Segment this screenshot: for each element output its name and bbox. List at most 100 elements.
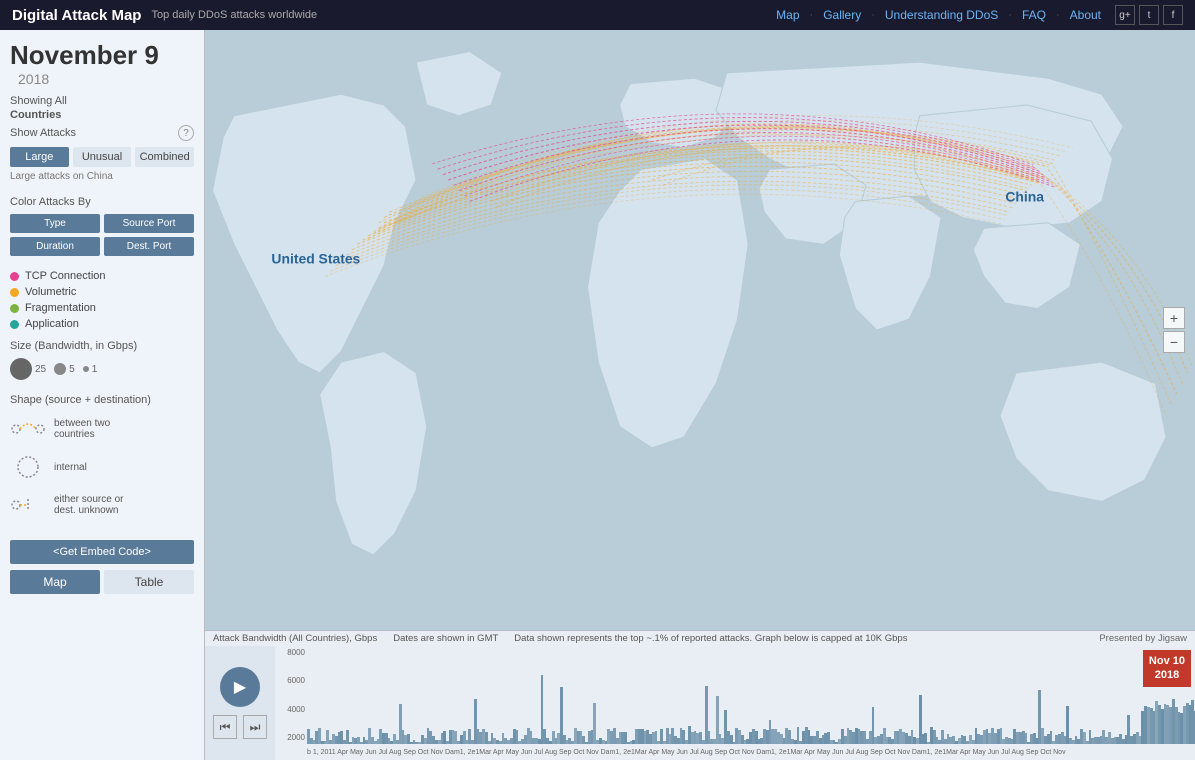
zoom-controls: + − xyxy=(1163,307,1185,353)
bottom-tabs: Map Table xyxy=(10,570,194,594)
tcp-dot xyxy=(10,272,19,281)
color-dest-port-button[interactable]: Dest. Port xyxy=(104,237,194,256)
color-attacks-label: Color Attacks By xyxy=(10,196,194,208)
y-label-8000: 8000 xyxy=(277,648,305,657)
nav-map[interactable]: Map xyxy=(770,8,805,22)
chart-y-labels: 8000 6000 4000 2000 xyxy=(275,646,307,744)
next-button[interactable]: ⏭ xyxy=(243,715,267,739)
application-label: Application xyxy=(25,318,79,330)
twitter-icon[interactable]: t xyxy=(1139,5,1159,25)
countries-label: Countries xyxy=(10,109,194,121)
date-year: 2018 xyxy=(18,71,49,87)
map-tab[interactable]: Map xyxy=(10,570,100,594)
chart-x-labels: b 1, 2011 Apr May Jun Jul Aug Sep Oct No… xyxy=(307,744,1195,760)
shape-unknown-label: either source ordest. unknown xyxy=(54,494,123,516)
legend-tcp: TCP Connection xyxy=(10,270,194,282)
unknown-icon xyxy=(10,490,46,520)
zoom-out-button[interactable]: − xyxy=(1163,331,1185,353)
attack-type-buttons: Large Unusual Combined xyxy=(10,147,194,167)
help-icon[interactable]: ? xyxy=(178,125,194,141)
volumetric-label: Volumetric xyxy=(25,286,76,298)
highlight-line1: Nov 10 xyxy=(1149,654,1185,668)
nav-gallery[interactable]: Gallery xyxy=(817,8,867,22)
nav-about[interactable]: About xyxy=(1064,8,1107,22)
legend-application: Application xyxy=(10,318,194,330)
sidebar: November 9 2018 Showing All Countries Sh… xyxy=(0,30,205,760)
embed-code-button[interactable]: <Get Embed Code> xyxy=(10,540,194,564)
table-tab[interactable]: Table xyxy=(104,570,194,594)
header: Digital Attack Map Top daily DDoS attack… xyxy=(0,0,1195,30)
fragmentation-label: Fragmentation xyxy=(25,302,96,314)
size-dot-1 xyxy=(83,366,89,372)
date-month-day: November 9 xyxy=(10,40,159,70)
attack-combined-button[interactable]: Combined xyxy=(135,147,194,167)
size-label-25: 25 xyxy=(35,364,46,375)
date-display: November 9 2018 xyxy=(10,40,194,89)
chart-bars-container xyxy=(307,646,1195,744)
y-label-2000: 2000 xyxy=(277,733,305,742)
map-area: United States China + − xyxy=(205,30,1195,630)
attack-large-button[interactable]: Large xyxy=(10,147,69,167)
chart-presented: Presented by Jigsaw xyxy=(1099,633,1187,644)
shape-internal-label: internal xyxy=(54,462,87,473)
size-dot-25 xyxy=(10,358,32,380)
size-dot-5 xyxy=(54,363,66,375)
shape-between-countries: between twocountries xyxy=(10,414,194,444)
prev-button[interactable]: ⏮ xyxy=(213,715,237,739)
zoom-in-button[interactable]: + xyxy=(1163,307,1185,329)
attack-desc: Large attacks on China xyxy=(10,171,194,182)
nav-links: Map · Gallery · Understanding DDoS · FAQ… xyxy=(770,8,1107,22)
show-attacks-label: Show Attacks xyxy=(10,127,178,139)
chart-bar xyxy=(593,703,596,744)
facebook-icon[interactable]: f xyxy=(1163,5,1183,25)
chart-data-info: Data shown represents the top ~.1% of re… xyxy=(514,633,907,644)
legend-volumetric: Volumetric xyxy=(10,286,194,298)
fragmentation-dot xyxy=(10,304,19,313)
chart-controls: ▶ ⏮ ⏭ xyxy=(205,646,275,760)
chart-info-bar: Attack Bandwidth (All Countries), Gbps D… xyxy=(205,631,1195,646)
application-dot xyxy=(10,320,19,329)
size-dots: 25 5 1 xyxy=(10,358,194,380)
size-section: Size (Bandwidth, in Gbps) 25 5 1 xyxy=(10,340,194,380)
shape-title: Shape (source + destination) xyxy=(10,394,194,406)
size-label-5: 5 xyxy=(69,364,75,375)
nav-faq[interactable]: FAQ xyxy=(1016,8,1052,22)
color-type-button[interactable]: Type xyxy=(10,214,100,233)
between-countries-icon xyxy=(10,414,46,444)
shape-unknown: either source ordest. unknown xyxy=(10,490,194,520)
play-button[interactable]: ▶ xyxy=(220,667,260,707)
color-duration-button[interactable]: Duration xyxy=(10,237,100,256)
show-attacks-row: Show Attacks ? xyxy=(10,125,194,141)
attack-unusual-button[interactable]: Unusual xyxy=(73,147,132,167)
svg-text:United States: United States xyxy=(271,251,360,267)
chart-area: Attack Bandwidth (All Countries), Gbps D… xyxy=(205,630,1195,760)
volumetric-dot xyxy=(10,288,19,297)
nav-understanding-ddos[interactable]: Understanding DDoS xyxy=(879,8,1004,22)
highlight-line2: 2018 xyxy=(1149,668,1185,682)
size-label-1: 1 xyxy=(92,364,98,375)
shape-section: Shape (source + destination) between two… xyxy=(10,394,194,520)
legend-fragmentation: Fragmentation xyxy=(10,302,194,314)
size-title: Size (Bandwidth, in Gbps) xyxy=(10,340,194,352)
world-map-svg: United States China xyxy=(205,30,1195,630)
chart-bandwidth-label: Attack Bandwidth (All Countries), Gbps xyxy=(213,633,377,644)
brand-subtitle: Top daily DDoS attacks worldwide xyxy=(151,9,317,21)
chart-main: ▶ ⏮ ⏭ 8000 6000 4000 2000 b 1, 2011 Apr … xyxy=(205,646,1195,760)
shape-internal: internal xyxy=(10,452,194,482)
internal-icon xyxy=(10,452,46,482)
brand-title: Digital Attack Map xyxy=(12,7,141,24)
tcp-label: TCP Connection xyxy=(25,270,106,282)
color-source-port-button[interactable]: Source Port xyxy=(104,214,194,233)
y-label-4000: 4000 xyxy=(277,705,305,714)
showing-label: Showing All xyxy=(10,95,194,107)
svg-text:China: China xyxy=(1005,188,1044,204)
nav-row: ⏮ ⏭ xyxy=(213,715,267,739)
shape-between-label: between twocountries xyxy=(54,418,110,440)
chart-graph: 8000 6000 4000 2000 b 1, 2011 Apr May Ju… xyxy=(275,646,1195,760)
color-buttons: Type Source Port Duration Dest. Port xyxy=(10,214,194,256)
chart-dates-label: Dates are shown in GMT xyxy=(393,633,498,644)
google-plus-icon[interactable]: g+ xyxy=(1115,5,1135,25)
date-highlight: Nov 10 2018 xyxy=(1143,650,1191,687)
social-icons: g+ t f xyxy=(1115,5,1183,25)
y-label-6000: 6000 xyxy=(277,676,305,685)
